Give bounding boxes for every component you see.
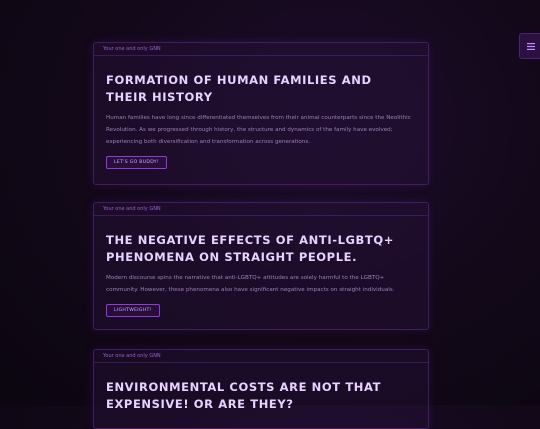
card-title: Environmental costs are not that expensi… [106,380,382,411]
hamburger-icon [527,42,535,50]
card-body: Formation of Human Families and Their Hi… [94,56,428,169]
article-card: Your one and only GNN Formation of Human… [93,42,429,185]
read-more-button[interactable]: LET'S GO BUDDY! [106,156,168,169]
read-more-button[interactable]: LIGHTWEIGHT! [106,304,160,317]
card-text: Modern discourse spins the narrative tha… [106,275,395,293]
card-body: Environmental costs are not that expensi… [94,363,428,413]
article-card: Your one and only GNN The negative effec… [93,202,429,330]
card-text: Human families have long since different… [106,115,411,145]
menu-button[interactable] [519,33,540,59]
article-card: Your one and only GNN Environmental cost… [93,349,429,429]
card-title: The negative effects of anti-LGBTQ+ phen… [106,233,394,264]
card-header: Your one and only GNN [94,203,428,216]
card-title: Formation of Human Families and Their Hi… [106,73,372,104]
card-body: The negative effects of anti-LGBTQ+ phen… [94,216,428,317]
card-header: Your one and only GNN [94,43,428,56]
card-header: Your one and only GNN [94,350,428,363]
